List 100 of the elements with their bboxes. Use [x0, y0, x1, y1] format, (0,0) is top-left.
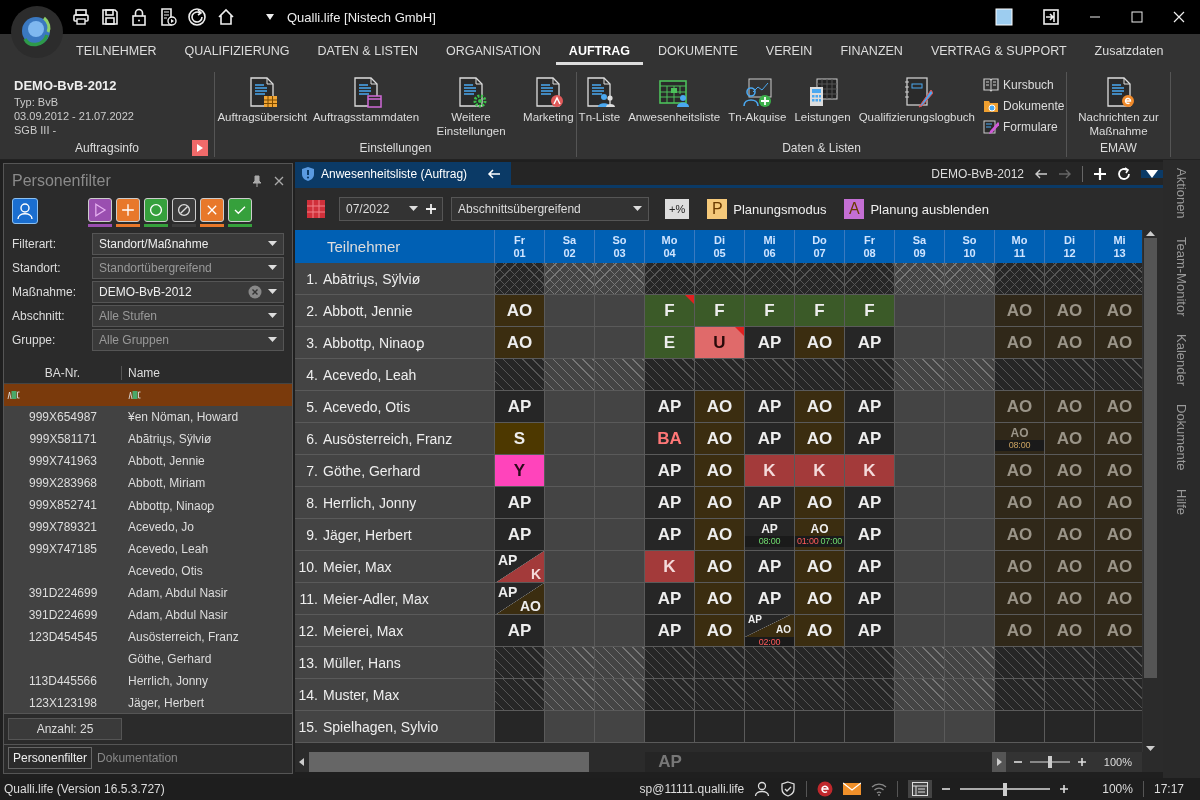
attendance-cell[interactable]: AO	[1045, 487, 1095, 519]
ribbon-button[interactable]: Qualifizierungslogbuch	[856, 76, 978, 124]
ribbon-button[interactable]: Nachrichten zur Maßnahme	[1070, 76, 1167, 138]
attendance-cell[interactable]: AO	[695, 519, 745, 551]
side-tab[interactable]: Team-Monitor	[1174, 236, 1189, 317]
wifi-icon[interactable]	[871, 782, 888, 796]
attendance-cell[interactable]: E	[645, 327, 695, 359]
panel-tab[interactable]: Dokumentation	[92, 747, 183, 769]
maximize-icon[interactable]	[1131, 11, 1143, 23]
attendance-cell[interactable]: AO	[995, 615, 1045, 647]
attendance-cell[interactable]: K	[745, 455, 795, 487]
attendance-cell[interactable]: AO	[1095, 551, 1142, 583]
close-icon[interactable]	[274, 176, 284, 186]
attendance-cell[interactable]: AO	[495, 327, 545, 359]
ribbon-button[interactable]: Leistungen	[792, 76, 853, 124]
attendance-cell[interactable]: AO	[795, 487, 845, 519]
status-filter-button[interactable]	[172, 198, 196, 222]
back-arrow-icon[interactable]	[1034, 167, 1048, 180]
menu-tab[interactable]: QUALIFIZIERUNG	[171, 37, 303, 65]
document-tab[interactable]: Anwesenheitsliste (Auftrag)	[295, 162, 512, 185]
attendance-cell[interactable]: AO	[795, 423, 845, 455]
menu-tab[interactable]: DOKUMENTE	[644, 37, 751, 65]
attendance-cell[interactable]: AP AO	[495, 583, 545, 615]
dropdown-field[interactable]: Standortübergreifend	[92, 257, 284, 279]
attendance-cell[interactable]: AP	[845, 423, 895, 455]
mode-toggle[interactable]: A Planung ausblenden	[844, 199, 989, 219]
attendance-cell[interactable]: AO	[795, 551, 845, 583]
ribbon-button[interactable]: Formulare	[981, 118, 1067, 136]
attendance-cell[interactable]: AO	[1045, 455, 1095, 487]
attendance-cell[interactable]: F	[745, 295, 795, 327]
text-filter-icon[interactable]	[128, 390, 142, 400]
dropdown-caret-icon[interactable]	[268, 241, 277, 247]
attendance-cell[interactable]: K	[795, 455, 845, 487]
status-filter-button[interactable]	[144, 198, 168, 222]
attendance-cell[interactable]: S	[495, 423, 545, 455]
panel-tab[interactable]: Personenfilter	[8, 747, 93, 769]
dropdown-caret-icon[interactable]	[265, 13, 275, 21]
attendance-cell[interactable]: AP AO 02:00	[745, 615, 795, 647]
ribbon-button[interactable]: Auftragsübersicht	[215, 76, 309, 124]
mail-icon[interactable]	[843, 782, 862, 796]
attendance-cell[interactable]: AO	[995, 295, 1045, 327]
attendance-cell[interactable]: AP	[495, 519, 545, 551]
attendance-cell[interactable]: AO	[795, 583, 845, 615]
ribbon-button[interactable]: Auftragsstammdaten	[310, 76, 422, 124]
attendance-cell[interactable]: AP	[845, 391, 895, 423]
slider-thumb[interactable]	[1047, 756, 1052, 768]
dropdown-button[interactable]	[1141, 169, 1163, 178]
attendance-cell[interactable]: AP K	[495, 551, 545, 583]
attendance-cell[interactable]: AO	[795, 615, 845, 647]
attendance-cell[interactable]: AO 08:00	[995, 423, 1045, 455]
pin-icon[interactable]	[252, 175, 262, 187]
section-select[interactable]: Abschnittsübergreifend	[451, 197, 649, 221]
expand-button[interactable]	[192, 140, 208, 156]
refresh-icon[interactable]	[188, 8, 206, 26]
attendance-cell[interactable]: AO	[995, 487, 1045, 519]
attendance-cell[interactable]: AP	[645, 391, 695, 423]
menu-tab[interactable]: ORGANISATION	[432, 37, 554, 65]
dropdown-field[interactable]: Alle Stufen	[92, 305, 284, 327]
attendance-cell[interactable]: AP	[845, 327, 895, 359]
attendance-cell[interactable]: AO	[1045, 295, 1095, 327]
attendance-cell[interactable]: AO	[1095, 487, 1142, 519]
scrollbar[interactable]	[295, 752, 645, 772]
attendance-cell[interactable]: F	[645, 295, 695, 327]
attendance-cell[interactable]: AP	[495, 391, 545, 423]
layout-button[interactable]	[908, 780, 933, 798]
ribbon-button[interactable]: Dokumente	[981, 97, 1067, 115]
menu-tab[interactable]: Zusatzdaten	[1081, 37, 1177, 65]
ribbon-button[interactable]: Marketing	[521, 76, 576, 124]
attendance-cell[interactable]: AO	[1095, 327, 1142, 359]
attendance-cell[interactable]: AO	[795, 327, 845, 359]
attendance-cell[interactable]: AO	[795, 391, 845, 423]
printer-icon[interactable]	[72, 8, 90, 26]
dropdown-caret-icon[interactable]	[268, 337, 277, 343]
attendance-cell[interactable]: AO	[695, 423, 745, 455]
attendance-cell[interactable]: U	[695, 327, 745, 359]
attendance-cell[interactable]: F	[695, 295, 745, 327]
attendance-cell[interactable]: AO	[695, 487, 745, 519]
attendance-cell[interactable]: AO	[995, 327, 1045, 359]
side-tab[interactable]: Dokumente	[1174, 404, 1189, 471]
scroll-up-icon[interactable]	[1145, 230, 1155, 236]
attendance-cell[interactable]: AO	[695, 391, 745, 423]
ribbon-button[interactable]: Tn-Liste	[576, 76, 623, 124]
menu-tab[interactable]: VERTRAG & SUPPORT	[917, 37, 1080, 65]
attendance-cell[interactable]: AO	[695, 455, 745, 487]
menu-tab[interactable]: FINANZEN	[827, 37, 916, 65]
attendance-cell[interactable]: AO	[995, 519, 1045, 551]
person-button[interactable]	[12, 198, 38, 224]
dropdown-field[interactable]: DEMO-BvB-2012	[92, 281, 284, 303]
text-filter-icon[interactable]	[7, 390, 21, 400]
scroll-down-icon[interactable]	[1145, 746, 1155, 752]
attendance-cell[interactable]: AO	[1045, 423, 1095, 455]
attendance-cell[interactable]: AP	[845, 519, 895, 551]
attendance-cell[interactable]: AP	[845, 583, 895, 615]
attendance-cell[interactable]: AP	[645, 487, 695, 519]
attendance-cell[interactable]: F	[845, 295, 895, 327]
ribbon-button[interactable]: Tn-Akquise	[726, 76, 789, 124]
menu-tab[interactable]: VEREIN	[752, 37, 826, 65]
attendance-cell[interactable]: AP	[645, 583, 695, 615]
dropdown-caret-icon[interactable]	[268, 289, 277, 295]
home-icon[interactable]	[217, 8, 235, 26]
